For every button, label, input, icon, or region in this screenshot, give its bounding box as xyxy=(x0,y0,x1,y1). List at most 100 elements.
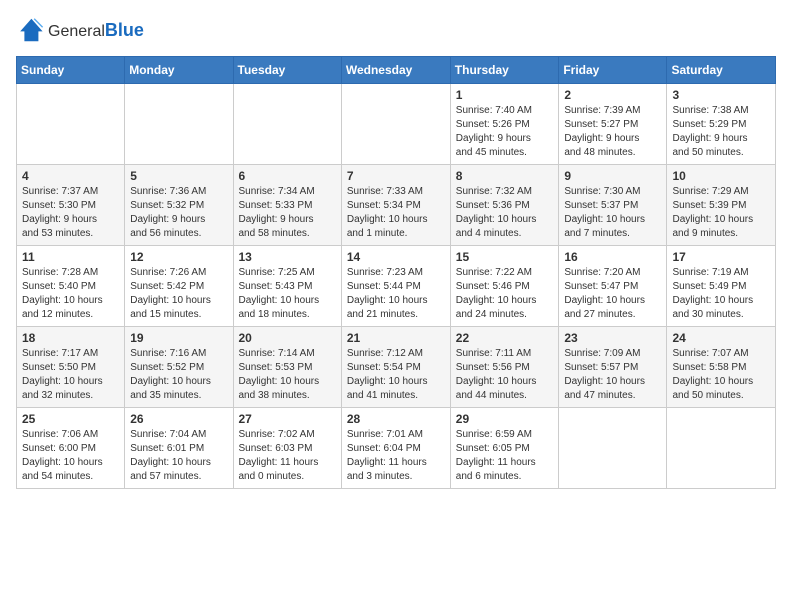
calendar-week-row: 4 Sunrise: 7:37 AM Sunset: 5:30 PM Daylig… xyxy=(17,165,776,246)
day-info: Sunrise: 7:38 AM Sunset: 5:29 PM Dayligh… xyxy=(672,104,770,160)
day-info: Sunrise: 7:16 AM Sunset: 5:52 PM Dayligh… xyxy=(130,347,227,403)
calendar-cell: 23 Sunrise: 7:09 AM Sunset: 5:57 PM Dayli… xyxy=(559,327,667,408)
day-number: 25 xyxy=(22,412,119,426)
calendar-cell: 3 Sunrise: 7:38 AM Sunset: 5:29 PM Daylig… xyxy=(667,84,776,165)
day-number: 16 xyxy=(564,250,661,264)
day-info: Sunrise: 7:29 AM Sunset: 5:39 PM Dayligh… xyxy=(672,185,770,241)
calendar-cell: 26 Sunrise: 7:04 AM Sunset: 6:01 PM Dayli… xyxy=(125,408,233,489)
calendar-cell: 9 Sunrise: 7:30 AM Sunset: 5:37 PM Daylig… xyxy=(559,165,667,246)
calendar-cell: 10 Sunrise: 7:29 AM Sunset: 5:39 PM Dayli… xyxy=(667,165,776,246)
day-number: 19 xyxy=(130,331,227,345)
day-number: 2 xyxy=(564,88,661,102)
day-number: 24 xyxy=(672,331,770,345)
day-info: Sunrise: 7:01 AM Sunset: 6:04 PM Dayligh… xyxy=(347,428,445,484)
calendar-cell: 8 Sunrise: 7:32 AM Sunset: 5:36 PM Daylig… xyxy=(450,165,559,246)
calendar-week-row: 25Sunrise: 7:06 AM Sunset: 6:00 PM Dayli… xyxy=(17,408,776,489)
day-number: 20 xyxy=(239,331,336,345)
calendar-cell: 13 Sunrise: 7:25 AM Sunset: 5:43 PM Dayli… xyxy=(233,246,341,327)
day-info: Sunrise: 7:25 AM Sunset: 5:43 PM Dayligh… xyxy=(239,266,336,322)
day-number: 6 xyxy=(239,169,336,183)
day-number: 8 xyxy=(456,169,554,183)
calendar-cell xyxy=(341,84,450,165)
calendar-cell: 21Sunrise: 7:12 AM Sunset: 5:54 PM Dayli… xyxy=(341,327,450,408)
calendar-cell: 22 Sunrise: 7:11 AM Sunset: 5:56 PM Dayli… xyxy=(450,327,559,408)
day-number: 1 xyxy=(456,88,554,102)
header-friday: Friday xyxy=(559,57,667,84)
day-number: 3 xyxy=(672,88,770,102)
logo: General Blue xyxy=(16,16,144,44)
day-number: 26 xyxy=(130,412,227,426)
calendar-cell: 19 Sunrise: 7:16 AM Sunset: 5:52 PM Dayli… xyxy=(125,327,233,408)
day-number: 9 xyxy=(564,169,661,183)
day-info: Sunrise: 7:23 AM Sunset: 5:44 PM Dayligh… xyxy=(347,266,445,322)
calendar-cell: 25Sunrise: 7:06 AM Sunset: 6:00 PM Dayli… xyxy=(17,408,125,489)
day-info: Sunrise: 7:33 AM Sunset: 5:34 PM Dayligh… xyxy=(347,185,445,241)
day-info: Sunrise: 7:40 AM Sunset: 5:26 PM Dayligh… xyxy=(456,104,554,160)
day-number: 27 xyxy=(239,412,336,426)
day-info: Sunrise: 7:20 AM Sunset: 5:47 PM Dayligh… xyxy=(564,266,661,322)
calendar-cell xyxy=(125,84,233,165)
header-sunday: Sunday xyxy=(17,57,125,84)
header-thursday: Thursday xyxy=(450,57,559,84)
day-number: 29 xyxy=(456,412,554,426)
day-info: Sunrise: 7:22 AM Sunset: 5:46 PM Dayligh… xyxy=(456,266,554,322)
day-info: Sunrise: 7:26 AM Sunset: 5:42 PM Dayligh… xyxy=(130,266,227,322)
calendar-cell: 24 Sunrise: 7:07 AM Sunset: 5:58 PM Dayli… xyxy=(667,327,776,408)
calendar-week-row: 18 Sunrise: 7:17 AM Sunset: 5:50 PM Dayli… xyxy=(17,327,776,408)
day-info: Sunrise: 7:17 AM Sunset: 5:50 PM Dayligh… xyxy=(22,347,119,403)
day-info: Sunrise: 7:34 AM Sunset: 5:33 PM Dayligh… xyxy=(239,185,336,241)
day-number: 10 xyxy=(672,169,770,183)
day-info: Sunrise: 7:19 AM Sunset: 5:49 PM Dayligh… xyxy=(672,266,770,322)
header-monday: Monday xyxy=(125,57,233,84)
day-number: 12 xyxy=(130,250,227,264)
day-number: 17 xyxy=(672,250,770,264)
day-info: Sunrise: 7:14 AM Sunset: 5:53 PM Dayligh… xyxy=(239,347,336,403)
calendar-table: SundayMondayTuesdayWednesdayThursdayFrid… xyxy=(16,56,776,489)
day-info: Sunrise: 7:09 AM Sunset: 5:57 PM Dayligh… xyxy=(564,347,661,403)
calendar-cell: 17 Sunrise: 7:19 AM Sunset: 5:49 PM Dayli… xyxy=(667,246,776,327)
day-number: 13 xyxy=(239,250,336,264)
calendar-cell: 2 Sunrise: 7:39 AM Sunset: 5:27 PM Daylig… xyxy=(559,84,667,165)
calendar-cell: 16 Sunrise: 7:20 AM Sunset: 5:47 PM Dayli… xyxy=(559,246,667,327)
day-info: Sunrise: 7:39 AM Sunset: 5:27 PM Dayligh… xyxy=(564,104,661,160)
day-number: 23 xyxy=(564,331,661,345)
calendar-cell: 1 Sunrise: 7:40 AM Sunset: 5:26 PM Daylig… xyxy=(450,84,559,165)
day-info: Sunrise: 7:30 AM Sunset: 5:37 PM Dayligh… xyxy=(564,185,661,241)
calendar-cell: 28 Sunrise: 7:01 AM Sunset: 6:04 PM Dayli… xyxy=(341,408,450,489)
logo-general-text: General xyxy=(48,23,105,41)
day-info: Sunrise: 7:28 AM Sunset: 5:40 PM Dayligh… xyxy=(22,266,119,322)
calendar-cell: 29Sunrise: 6:59 AM Sunset: 6:05 PM Dayli… xyxy=(450,408,559,489)
day-number: 28 xyxy=(347,412,445,426)
day-number: 5 xyxy=(130,169,227,183)
day-info: Sunrise: 7:11 AM Sunset: 5:56 PM Dayligh… xyxy=(456,347,554,403)
day-number: 7 xyxy=(347,169,445,183)
calendar-cell xyxy=(667,408,776,489)
calendar-cell xyxy=(17,84,125,165)
calendar-cell: 18 Sunrise: 7:17 AM Sunset: 5:50 PM Dayli… xyxy=(17,327,125,408)
calendar-cell: 12 Sunrise: 7:26 AM Sunset: 5:42 PM Dayli… xyxy=(125,246,233,327)
header-tuesday: Tuesday xyxy=(233,57,341,84)
calendar-week-row: 11 Sunrise: 7:28 AM Sunset: 5:40 PM Dayli… xyxy=(17,246,776,327)
calendar-cell: 5 Sunrise: 7:36 AM Sunset: 5:32 PM Daylig… xyxy=(125,165,233,246)
day-number: 21 xyxy=(347,331,445,345)
logo-blue-text: Blue xyxy=(105,20,144,41)
day-info: Sunrise: 7:37 AM Sunset: 5:30 PM Dayligh… xyxy=(22,185,119,241)
header-saturday: Saturday xyxy=(667,57,776,84)
day-info: Sunrise: 7:36 AM Sunset: 5:32 PM Dayligh… xyxy=(130,185,227,241)
calendar-cell: 15 Sunrise: 7:22 AM Sunset: 5:46 PM Dayli… xyxy=(450,246,559,327)
day-number: 4 xyxy=(22,169,119,183)
calendar-cell: 7 Sunrise: 7:33 AM Sunset: 5:34 PM Daylig… xyxy=(341,165,450,246)
day-number: 22 xyxy=(456,331,554,345)
day-number: 11 xyxy=(22,250,119,264)
day-number: 18 xyxy=(22,331,119,345)
calendar-cell xyxy=(559,408,667,489)
page-header: General Blue xyxy=(16,16,776,44)
day-info: Sunrise: 7:04 AM Sunset: 6:01 PM Dayligh… xyxy=(130,428,227,484)
calendar-cell: 4 Sunrise: 7:37 AM Sunset: 5:30 PM Daylig… xyxy=(17,165,125,246)
calendar-cell: 6 Sunrise: 7:34 AM Sunset: 5:33 PM Daylig… xyxy=(233,165,341,246)
day-info: Sunrise: 7:07 AM Sunset: 5:58 PM Dayligh… xyxy=(672,347,770,403)
day-info: Sunrise: 7:32 AM Sunset: 5:36 PM Dayligh… xyxy=(456,185,554,241)
day-number: 15 xyxy=(456,250,554,264)
calendar-cell: 11 Sunrise: 7:28 AM Sunset: 5:40 PM Dayli… xyxy=(17,246,125,327)
day-info: Sunrise: 7:02 AM Sunset: 6:03 PM Dayligh… xyxy=(239,428,336,484)
